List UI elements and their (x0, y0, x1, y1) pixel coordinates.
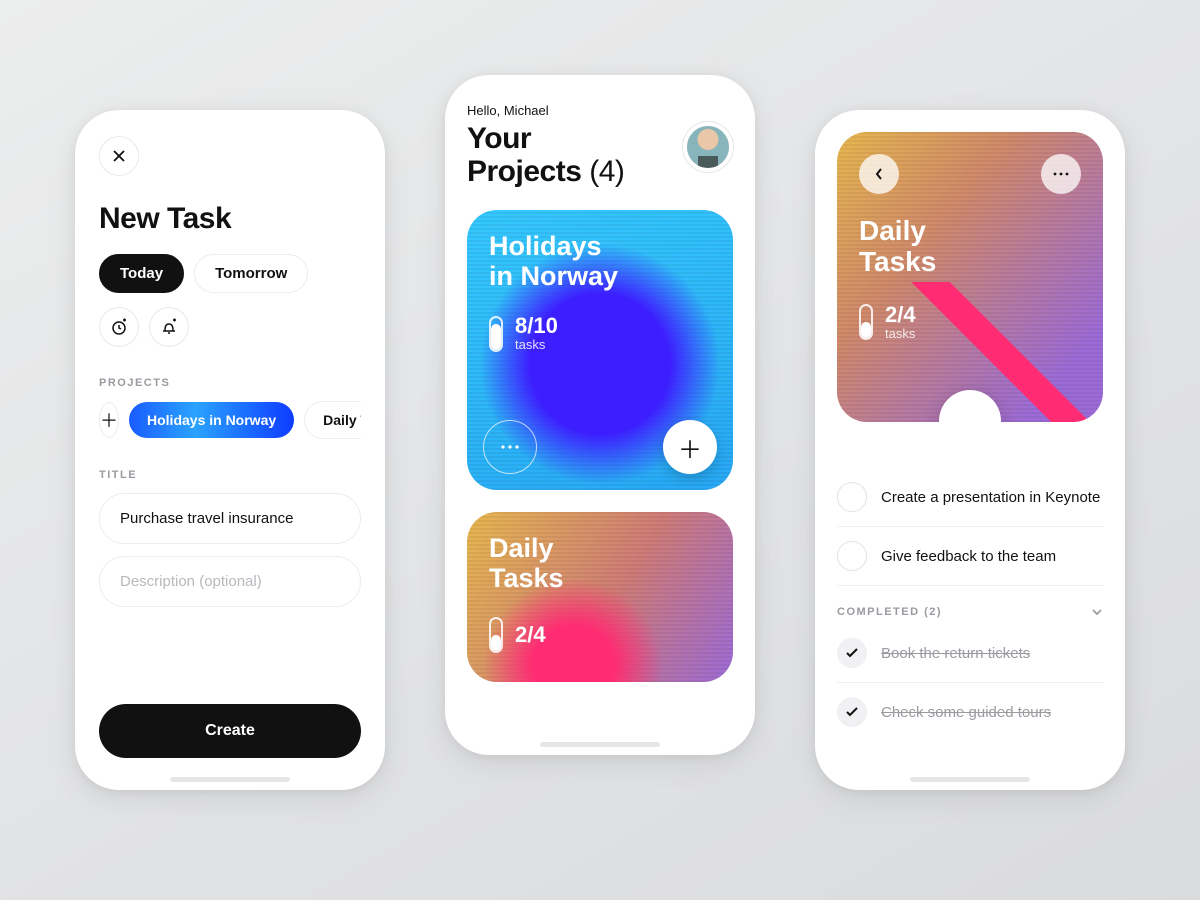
add-time-button[interactable] (99, 307, 139, 347)
chevron-down-icon (1091, 608, 1103, 616)
project-card-holidays[interactable]: Holidays in Norway 8/10 tasks ＋ (467, 210, 733, 490)
task-list: Create a presentation in Keynote Give fe… (837, 468, 1103, 741)
progress-pill-icon (859, 304, 873, 340)
project-selector: ＋ Holidays in Norway Daily T (99, 401, 361, 439)
plus-icon: ＋ (678, 430, 702, 465)
progress-value: 2/4 (515, 624, 546, 646)
dashboard-count: (4) (589, 155, 624, 188)
project-chip-daily[interactable]: Daily T (304, 401, 361, 439)
date-chips: Today Tomorrow (99, 254, 361, 293)
check-icon (846, 707, 858, 717)
completed-header[interactable]: COMPLETED (2) (837, 606, 1103, 618)
project-card-title: Daily Tasks (489, 534, 711, 593)
close-button[interactable] (99, 136, 139, 176)
progress-label: tasks (885, 326, 916, 341)
completed-header-text: COMPLETED (2) (837, 606, 942, 618)
checkbox-checked[interactable] (837, 638, 867, 668)
task-label: Give feedback to the team (881, 548, 1056, 565)
task-item-completed[interactable]: Check some guided tours (837, 683, 1103, 741)
card-add-button[interactable]: ＋ (663, 420, 717, 474)
more-button[interactable] (1041, 154, 1081, 194)
project-progress: 2/4 tasks (859, 304, 1081, 341)
project-hero: Daily Tasks 2/4 tasks ＋ (837, 132, 1103, 422)
more-icon (1052, 171, 1070, 177)
chevron-left-icon (874, 167, 884, 181)
checkbox-checked[interactable] (837, 697, 867, 727)
home-indicator (540, 742, 660, 747)
progress-label: tasks (515, 337, 558, 352)
screen-dashboard: Hello, Michael Your Projects (4) Holiday… (445, 75, 755, 755)
avatar[interactable] (683, 122, 733, 172)
create-button[interactable]: Create (99, 704, 361, 758)
dashboard-title: Your Projects (4) (467, 122, 624, 188)
checkbox[interactable] (837, 541, 867, 571)
project-card-progress: 2/4 (489, 617, 711, 653)
projects-label: PROJECTS (99, 377, 361, 389)
project-title: Daily Tasks (859, 216, 1081, 278)
progress-pill-icon (489, 316, 503, 352)
more-icon (500, 444, 520, 450)
title-label: TITLE (99, 469, 361, 481)
close-icon (112, 149, 126, 163)
add-task-button[interactable]: ＋ (939, 390, 1001, 422)
screen-new-task: New Task Today Tomorrow PROJECTS ＋ Holid… (75, 110, 385, 790)
chip-tomorrow[interactable]: Tomorrow (194, 254, 308, 293)
add-reminder-button[interactable] (149, 307, 189, 347)
plus-icon: ＋ (100, 407, 118, 433)
project-chip-holidays[interactable]: Holidays in Norway (129, 402, 294, 438)
dashboard-header: Your Projects (4) (467, 122, 733, 188)
greeting: Hello, Michael (467, 103, 733, 118)
home-indicator (170, 777, 290, 782)
home-indicator (910, 777, 1030, 782)
task-item[interactable]: Create a presentation in Keynote (837, 468, 1103, 527)
chip-today[interactable]: Today (99, 254, 184, 293)
dashboard-title-text: Your Projects (467, 122, 581, 188)
bell-plus-icon (160, 318, 178, 336)
plus-icon: ＋ (957, 403, 983, 423)
task-item[interactable]: Give feedback to the team (837, 527, 1103, 586)
project-card-daily[interactable]: Daily Tasks 2/4 (467, 512, 733, 682)
project-card-title: Holidays in Norway (489, 232, 711, 291)
check-icon (846, 648, 858, 658)
title-input[interactable]: Purchase travel insurance (99, 493, 361, 544)
page-title: New Task (99, 202, 361, 236)
checkbox[interactable] (837, 482, 867, 512)
progress-value: 2/4 (885, 304, 916, 326)
card-more-button[interactable] (483, 420, 537, 474)
project-card-progress: 8/10 tasks (489, 315, 711, 352)
task-label: Create a presentation in Keynote (881, 489, 1100, 506)
screen-project-detail: Daily Tasks 2/4 tasks ＋ Create a present… (815, 110, 1125, 790)
clock-plus-icon (110, 318, 128, 336)
quick-actions (99, 307, 361, 347)
task-item-completed[interactable]: Book the return tickets (837, 624, 1103, 683)
description-input[interactable]: Description (optional) (99, 556, 361, 607)
task-label: Check some guided tours (881, 704, 1051, 721)
task-label: Book the return tickets (881, 645, 1030, 662)
progress-value: 8/10 (515, 315, 558, 337)
progress-pill-icon (489, 617, 503, 653)
add-project-button[interactable]: ＋ (99, 402, 119, 438)
back-button[interactable] (859, 154, 899, 194)
